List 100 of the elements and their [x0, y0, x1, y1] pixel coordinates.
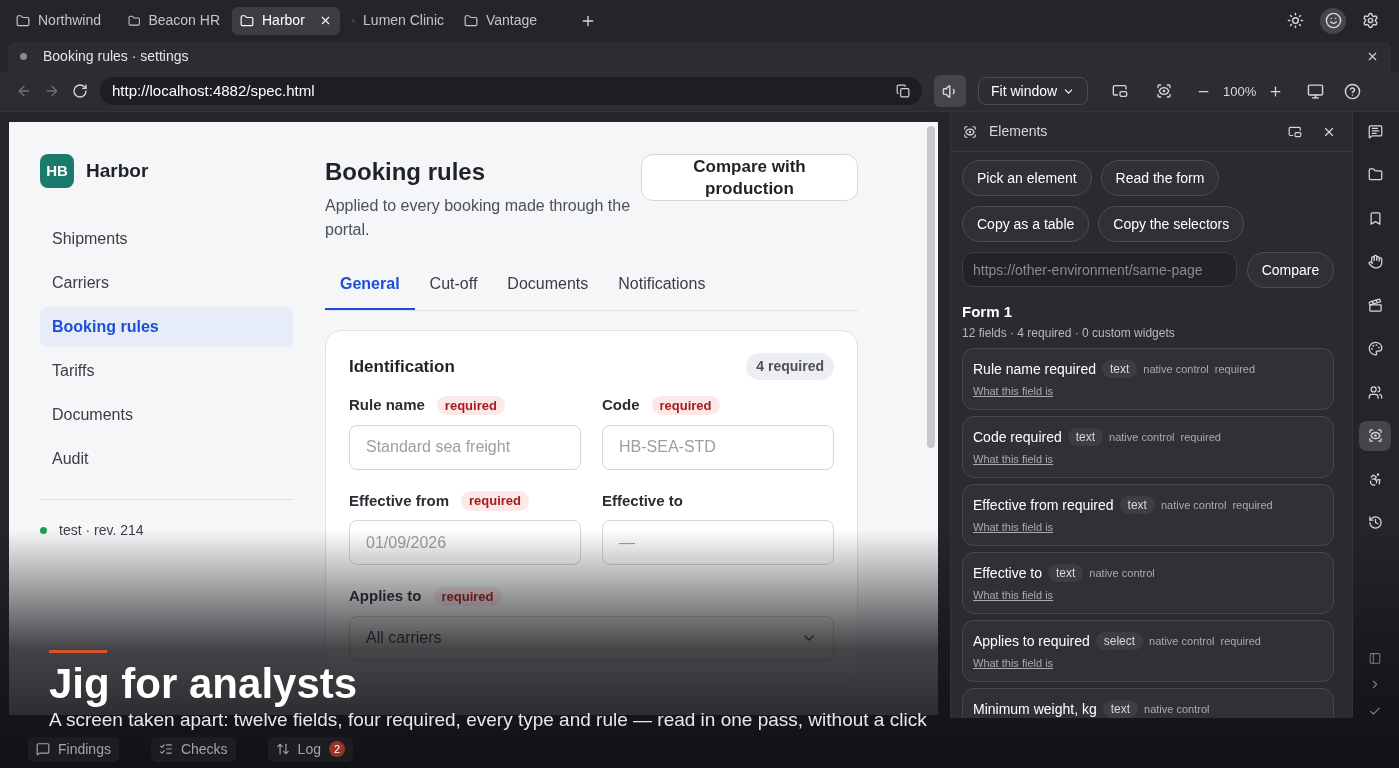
count-badge: 4 required — [746, 353, 834, 381]
comment-icon — [36, 742, 50, 757]
sun-icon[interactable] — [1287, 12, 1304, 30]
field-label: Effective from — [349, 490, 450, 511]
compare-button[interactable]: Compare with production — [641, 154, 858, 202]
action-button[interactable]: Copy as a table — [962, 206, 1090, 243]
caption-subtitle: A screen taken apart: twelve fields, four required, every type and rule — read in one pass, without a click — [49, 709, 927, 731]
bottom-tab[interactable]: Findings — [28, 736, 119, 762]
address-bar[interactable]: http://localhost:4882/spec.html — [100, 77, 922, 106]
control-note: native control — [1143, 361, 1209, 377]
url-field[interactable]: https://other-environment/same-page — [962, 252, 1237, 288]
field-name: Rule name required — [973, 359, 1096, 379]
scan-eye-icon[interactable] — [1156, 83, 1172, 100]
browser-tab[interactable]: Beacon HR — [120, 6, 228, 35]
picture-in-picture-icon[interactable] — [1112, 83, 1128, 100]
control-note: native control — [1144, 701, 1210, 717]
field-name: Effective to — [973, 563, 1042, 583]
required-note: required — [1220, 633, 1261, 649]
scan-eye-icon — [963, 124, 977, 139]
reload-icon[interactable] — [72, 83, 88, 100]
nav-item[interactable]: Carriers — [40, 263, 293, 304]
browser-tab[interactable]: Northwind — [8, 6, 116, 35]
type-tag: text — [1119, 496, 1155, 515]
scrollbar[interactable] — [927, 126, 935, 449]
field-label: Rule name — [349, 395, 425, 416]
nav-item[interactable]: Shipments — [40, 219, 293, 260]
control-note: native control — [1089, 565, 1155, 581]
fit-dropdown[interactable]: Fit window — [978, 77, 1088, 106]
required-badge: required — [651, 395, 720, 416]
monitor-icon[interactable] — [1307, 82, 1325, 100]
field-card[interactable]: Rule name required text native control required What this field is — [962, 347, 1334, 410]
required-badge: required — [461, 491, 530, 511]
arrows-icon — [275, 742, 290, 757]
browser-tab[interactable]: Harbor — [232, 6, 340, 35]
text-field[interactable]: Standard sea freight — [349, 424, 581, 470]
control-note: native control — [1149, 633, 1215, 649]
caption-title: Jig for analysts — [49, 659, 358, 709]
bottom-tab[interactable]: Log 2 — [267, 736, 354, 762]
field-name: Minimum weight, kg — [973, 699, 1097, 719]
type-tag: text — [1048, 564, 1084, 583]
field-link[interactable]: What this field is — [973, 586, 1323, 604]
field-label: Effective to — [602, 490, 683, 511]
app-name: Harbor — [86, 159, 149, 183]
field-link[interactable]: What this field is — [973, 450, 1323, 468]
checklist-icon — [158, 742, 173, 757]
browser-tab[interactable]: Lumen Clinic — [344, 6, 452, 35]
control-note: native control — [1109, 429, 1175, 445]
section-title: Identification — [349, 356, 455, 378]
text-field[interactable]: 01/09/2026 — [349, 520, 581, 566]
panel-icon[interactable] — [1368, 651, 1382, 665]
action-button[interactable]: Pick an element — [962, 160, 1092, 197]
nav-item[interactable]: Documents — [40, 395, 293, 436]
required-note: required — [1180, 429, 1221, 445]
text-field[interactable]: — — [602, 520, 834, 566]
smiley-icon — [1324, 12, 1342, 30]
text-field[interactable]: HB-SEA-STD — [602, 424, 834, 470]
type-tag: text — [1101, 360, 1138, 379]
tab[interactable]: Cut-off — [414, 270, 493, 311]
action-button[interactable]: Copy the selectors — [1098, 206, 1245, 243]
help-icon[interactable] — [1344, 82, 1362, 100]
field-name: Code required — [973, 427, 1062, 447]
type-tag: text — [1102, 700, 1139, 719]
control-note: native control — [1160, 497, 1227, 513]
field-card[interactable]: Code required text native control required What this field is — [962, 415, 1334, 478]
required-badge: required — [436, 395, 505, 416]
field-link[interactable]: What this field is — [973, 654, 1323, 672]
browser-tab[interactable]: Vantage — [456, 6, 564, 35]
type-tag: text — [1067, 428, 1104, 447]
type-tag: select — [1095, 632, 1144, 651]
logo: HB — [40, 154, 74, 189]
bottom-tab[interactable]: Checks — [150, 736, 236, 762]
nav-item[interactable]: Booking rules — [40, 307, 293, 348]
action-button[interactable]: Read the form — [1100, 160, 1220, 197]
field-link[interactable]: What this field is — [973, 518, 1323, 536]
form-summary: 12 fields · 4 required · 0 custom widgets — [962, 324, 1176, 342]
field-card[interactable]: Applies to required select native control required What this field is — [962, 619, 1334, 682]
form-title: Form 1 — [962, 302, 1013, 323]
field-label: Applies to — [349, 586, 422, 607]
tab[interactable]: Documents — [492, 270, 604, 311]
settings-icon[interactable] — [1362, 12, 1379, 30]
scan-eye-icon[interactable] — [1359, 420, 1391, 451]
tab[interactable]: General — [325, 270, 415, 311]
speaker-button[interactable] — [934, 75, 966, 108]
required-note: required — [1232, 497, 1273, 513]
compare-button[interactable]: Compare — [1247, 252, 1334, 289]
field-link[interactable]: What this field is — [973, 382, 1323, 400]
nav-item[interactable]: Tariffs — [40, 351, 293, 392]
field-card[interactable]: Effective from required text native control required What this field is — [962, 483, 1334, 546]
smiley-button[interactable] — [1320, 7, 1346, 34]
field-card[interactable]: Minimum weight, kg text native control — [962, 687, 1334, 719]
page-heading: Booking rules — [325, 157, 487, 188]
zoom-in-icon[interactable] — [1268, 83, 1284, 99]
count-badge: 2 — [328, 740, 346, 758]
tab[interactable]: Notifications — [603, 270, 721, 311]
field-label: Code — [602, 395, 640, 416]
picture-in-picture-icon[interactable] — [1288, 124, 1302, 139]
copy-icon — [896, 84, 910, 99]
zoom-level: 100% — [1223, 82, 1257, 101]
nav-item[interactable]: Audit — [40, 439, 293, 480]
field-card[interactable]: Effective to text native control What this field is — [962, 551, 1334, 614]
